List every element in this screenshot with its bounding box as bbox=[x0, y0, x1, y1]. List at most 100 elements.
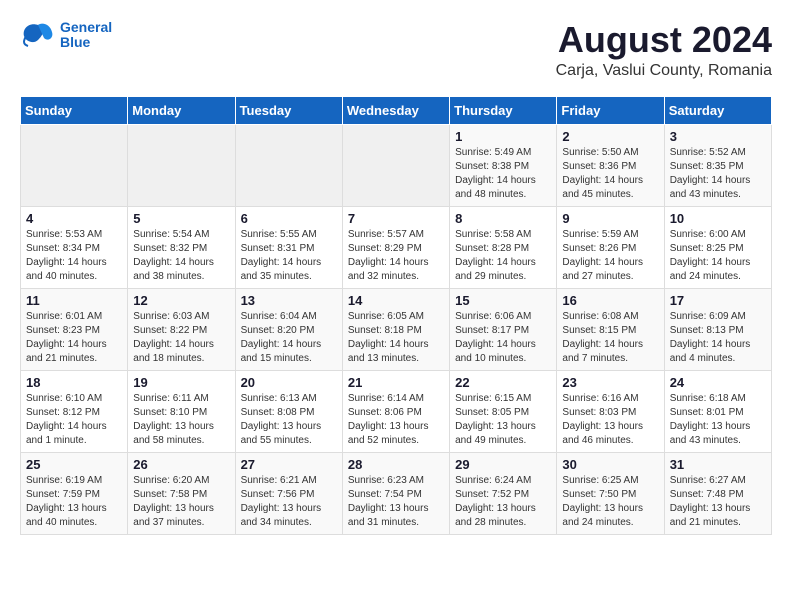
calendar-cell: 10Sunrise: 6:00 AM Sunset: 8:25 PM Dayli… bbox=[664, 206, 771, 288]
day-number: 3 bbox=[670, 129, 766, 144]
header-cell-monday: Monday bbox=[128, 96, 235, 124]
day-info: Sunrise: 6:13 AM Sunset: 8:08 PM Dayligh… bbox=[241, 392, 337, 448]
day-number: 22 bbox=[455, 375, 551, 390]
calendar-cell: 17 Sunrise: 6:09 AM Sunset: 8:13 PM Dayli… bbox=[664, 288, 771, 370]
day-number: 17 bbox=[670, 293, 766, 308]
calendar-week-1: 1 Sunrise: 5:49 AM Sunset: 8:38 PM Daylig… bbox=[21, 124, 772, 206]
header-cell-friday: Friday bbox=[557, 96, 664, 124]
day-info: Sunrise: 5:59 AM Sunset: 8:26 PM Dayligh… bbox=[562, 228, 658, 284]
calendar-cell: 16 Sunrise: 6:08 AM Sunset: 8:15 PM Dayli… bbox=[557, 288, 664, 370]
day-info: Sunrise: 6:04 AM Sunset: 8:20 PM Dayligh… bbox=[241, 310, 337, 366]
day-info: Sunrise: 6:15 AM Sunset: 8:05 PM Dayligh… bbox=[455, 392, 551, 448]
day-number: 18 bbox=[26, 375, 122, 390]
calendar-cell: 3 Sunrise: 5:52 AM Sunset: 8:35 PM Daylig… bbox=[664, 124, 771, 206]
day-info: Sunrise: 6:06 AM Sunset: 8:17 PM Dayligh… bbox=[455, 310, 551, 366]
calendar-header: SundayMondayTuesdayWednesdayThursdayFrid… bbox=[21, 96, 772, 124]
day-number: 8 bbox=[455, 211, 551, 226]
day-info: Sunrise: 5:49 AM Sunset: 8:38 PM Dayligh… bbox=[455, 146, 551, 202]
day-number: 28 bbox=[348, 457, 444, 472]
day-info: Sunrise: 6:09 AM Sunset: 8:13 PM Dayligh… bbox=[670, 310, 766, 366]
day-number: 19 bbox=[133, 375, 229, 390]
logo: General Blue bbox=[20, 20, 112, 51]
calendar-cell: 31 Sunrise: 6:27 AM Sunset: 7:48 PM Dayli… bbox=[664, 452, 771, 534]
calendar-cell: 2 Sunrise: 5:50 AM Sunset: 8:36 PM Daylig… bbox=[557, 124, 664, 206]
calendar-cell: 20 Sunrise: 6:13 AM Sunset: 8:08 PM Dayli… bbox=[235, 370, 342, 452]
calendar-cell: 7 Sunrise: 5:57 AM Sunset: 8:29 PM Daylig… bbox=[342, 206, 449, 288]
day-info: Sunrise: 6:14 AM Sunset: 8:06 PM Dayligh… bbox=[348, 392, 444, 448]
day-number: 14 bbox=[348, 293, 444, 308]
day-info: Sunrise: 6:00 AM Sunset: 8:25 PM Dayligh… bbox=[670, 228, 766, 284]
day-number: 6 bbox=[241, 211, 337, 226]
calendar-week-3: 11 Sunrise: 6:01 AM Sunset: 8:23 PM Dayli… bbox=[21, 288, 772, 370]
day-info: Sunrise: 5:54 AM Sunset: 8:32 PM Dayligh… bbox=[133, 228, 229, 284]
header-cell-sunday: Sunday bbox=[21, 96, 128, 124]
header-row: SundayMondayTuesdayWednesdayThursdayFrid… bbox=[21, 96, 772, 124]
logo-icon bbox=[20, 20, 56, 50]
day-number: 29 bbox=[455, 457, 551, 472]
day-info: Sunrise: 5:58 AM Sunset: 8:28 PM Dayligh… bbox=[455, 228, 551, 284]
day-info: Sunrise: 5:55 AM Sunset: 8:31 PM Dayligh… bbox=[241, 228, 337, 284]
calendar-cell: 8 Sunrise: 5:58 AM Sunset: 8:28 PM Daylig… bbox=[450, 206, 557, 288]
day-info: Sunrise: 6:10 AM Sunset: 8:12 PM Dayligh… bbox=[26, 392, 122, 448]
day-number: 5 bbox=[133, 211, 229, 226]
calendar-body: 1 Sunrise: 5:49 AM Sunset: 8:38 PM Daylig… bbox=[21, 124, 772, 534]
day-number: 1 bbox=[455, 129, 551, 144]
calendar-cell: 24Sunrise: 6:18 AM Sunset: 8:01 PM Dayli… bbox=[664, 370, 771, 452]
day-info: Sunrise: 6:01 AM Sunset: 8:23 PM Dayligh… bbox=[26, 310, 122, 366]
day-info: Sunrise: 5:52 AM Sunset: 8:35 PM Dayligh… bbox=[670, 146, 766, 202]
calendar-cell: 25Sunrise: 6:19 AM Sunset: 7:59 PM Dayli… bbox=[21, 452, 128, 534]
calendar-cell: 5 Sunrise: 5:54 AM Sunset: 8:32 PM Daylig… bbox=[128, 206, 235, 288]
day-number: 20 bbox=[241, 375, 337, 390]
day-number: 12 bbox=[133, 293, 229, 308]
day-number: 16 bbox=[562, 293, 658, 308]
day-number: 15 bbox=[455, 293, 551, 308]
day-info: Sunrise: 6:08 AM Sunset: 8:15 PM Dayligh… bbox=[562, 310, 658, 366]
calendar-cell bbox=[128, 124, 235, 206]
day-number: 2 bbox=[562, 129, 658, 144]
header-cell-thursday: Thursday bbox=[450, 96, 557, 124]
calendar-cell: 23Sunrise: 6:16 AM Sunset: 8:03 PM Dayli… bbox=[557, 370, 664, 452]
day-info: Sunrise: 6:27 AM Sunset: 7:48 PM Dayligh… bbox=[670, 474, 766, 530]
day-number: 11 bbox=[26, 293, 122, 308]
calendar-cell bbox=[21, 124, 128, 206]
day-info: Sunrise: 6:03 AM Sunset: 8:22 PM Dayligh… bbox=[133, 310, 229, 366]
day-info: Sunrise: 6:23 AM Sunset: 7:54 PM Dayligh… bbox=[348, 474, 444, 530]
day-number: 21 bbox=[348, 375, 444, 390]
calendar-week-5: 25Sunrise: 6:19 AM Sunset: 7:59 PM Dayli… bbox=[21, 452, 772, 534]
calendar-cell: 1 Sunrise: 5:49 AM Sunset: 8:38 PM Daylig… bbox=[450, 124, 557, 206]
day-info: Sunrise: 6:24 AM Sunset: 7:52 PM Dayligh… bbox=[455, 474, 551, 530]
header-cell-tuesday: Tuesday bbox=[235, 96, 342, 124]
day-number: 7 bbox=[348, 211, 444, 226]
calendar-week-4: 18 Sunrise: 6:10 AM Sunset: 8:12 PM Dayli… bbox=[21, 370, 772, 452]
calendar-cell: 26Sunrise: 6:20 AM Sunset: 7:58 PM Dayli… bbox=[128, 452, 235, 534]
day-number: 9 bbox=[562, 211, 658, 226]
calendar-cell: 22 Sunrise: 6:15 AM Sunset: 8:05 PM Dayli… bbox=[450, 370, 557, 452]
calendar-cell: 15 Sunrise: 6:06 AM Sunset: 8:17 PM Dayli… bbox=[450, 288, 557, 370]
calendar-cell: 27 Sunrise: 6:21 AM Sunset: 7:56 PM Dayli… bbox=[235, 452, 342, 534]
calendar-cell: 6 Sunrise: 5:55 AM Sunset: 8:31 PM Daylig… bbox=[235, 206, 342, 288]
day-number: 31 bbox=[670, 457, 766, 472]
day-number: 30 bbox=[562, 457, 658, 472]
calendar-cell: 9 Sunrise: 5:59 AM Sunset: 8:26 PM Daylig… bbox=[557, 206, 664, 288]
calendar-cell: 13Sunrise: 6:04 AM Sunset: 8:20 PM Dayli… bbox=[235, 288, 342, 370]
calendar-cell: 18 Sunrise: 6:10 AM Sunset: 8:12 PM Dayli… bbox=[21, 370, 128, 452]
day-info: Sunrise: 6:21 AM Sunset: 7:56 PM Dayligh… bbox=[241, 474, 337, 530]
calendar-cell: 4Sunrise: 5:53 AM Sunset: 8:34 PM Daylig… bbox=[21, 206, 128, 288]
calendar-cell: 29 Sunrise: 6:24 AM Sunset: 7:52 PM Dayli… bbox=[450, 452, 557, 534]
day-number: 26 bbox=[133, 457, 229, 472]
header-cell-wednesday: Wednesday bbox=[342, 96, 449, 124]
day-number: 27 bbox=[241, 457, 337, 472]
location-subtitle: Carja, Vaslui County, Romania bbox=[556, 62, 772, 80]
day-info: Sunrise: 5:53 AM Sunset: 8:34 PM Dayligh… bbox=[26, 228, 122, 284]
calendar-cell: 12 Sunrise: 6:03 AM Sunset: 8:22 PM Dayli… bbox=[128, 288, 235, 370]
day-info: Sunrise: 5:50 AM Sunset: 8:36 PM Dayligh… bbox=[562, 146, 658, 202]
day-info: Sunrise: 6:19 AM Sunset: 7:59 PM Dayligh… bbox=[26, 474, 122, 530]
header-cell-saturday: Saturday bbox=[664, 96, 771, 124]
day-info: Sunrise: 6:16 AM Sunset: 8:03 PM Dayligh… bbox=[562, 392, 658, 448]
title-block: August 2024 Carja, Vaslui County, Romani… bbox=[556, 20, 772, 80]
month-year-title: August 2024 bbox=[556, 20, 772, 60]
calendar-cell: 19Sunrise: 6:11 AM Sunset: 8:10 PM Dayli… bbox=[128, 370, 235, 452]
calendar-table: SundayMondayTuesdayWednesdayThursdayFrid… bbox=[20, 96, 772, 535]
calendar-cell: 30Sunrise: 6:25 AM Sunset: 7:50 PM Dayli… bbox=[557, 452, 664, 534]
day-info: Sunrise: 5:57 AM Sunset: 8:29 PM Dayligh… bbox=[348, 228, 444, 284]
